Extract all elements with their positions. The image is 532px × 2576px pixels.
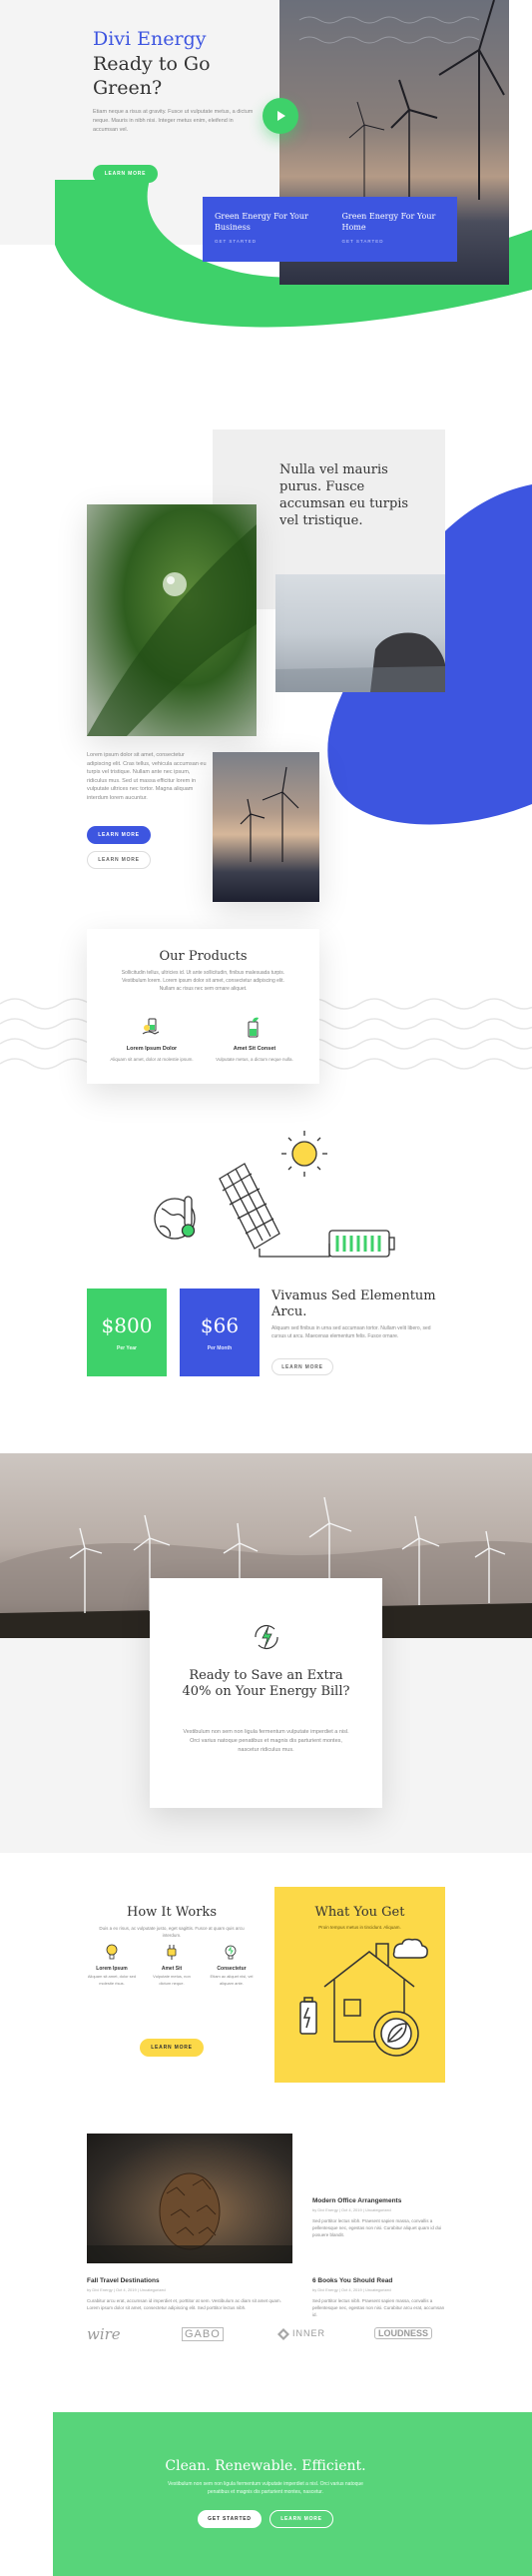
product-item-desc: Vulputate metus, a dictum neque nulla. bbox=[216, 1057, 293, 1062]
savings-body: Vestibulum non sem non ligula fermentum … bbox=[183, 1729, 349, 1753]
home-card-link[interactable]: Get Started bbox=[342, 239, 446, 244]
step-desc: Vulputate metus, non dictum neque. bbox=[153, 1974, 191, 1986]
rock-sea-photo bbox=[275, 574, 445, 692]
step-name: Consectetur bbox=[217, 1966, 247, 1972]
play-icon bbox=[277, 111, 285, 121]
plans-body: Aliquam sed finibus in urna sed accumsan… bbox=[271, 1325, 431, 1339]
logo-gabo: GABO bbox=[182, 2327, 224, 2341]
plant-battery-icon bbox=[242, 1016, 266, 1040]
blog-post-title[interactable]: Modern Office Arrangements bbox=[312, 2197, 452, 2204]
about-body: Lorem ipsum dolor sit amet, consectetur … bbox=[87, 752, 207, 801]
hero-learn-more-button[interactable]: Learn More bbox=[93, 165, 158, 183]
price-card-monthly[interactable]: $66 Per Month bbox=[180, 1288, 260, 1376]
leaf-photo bbox=[87, 504, 257, 736]
footer-cta: Clean. Renewable. Efficient. Vestibulum … bbox=[53, 2412, 532, 2576]
hero-body: Etiam neque a risus at gravity. Fusce ut… bbox=[93, 109, 254, 133]
about-learn-more-button[interactable]: Learn More bbox=[87, 826, 151, 844]
products-card: Our Products Sollicitudin tellus, ultric… bbox=[87, 929, 319, 1084]
savings-section: Ready to Save an Extra 40% on Your Energ… bbox=[0, 1453, 532, 1853]
get-subtitle: Proin tempus metus in tincidunt. Aliquam… bbox=[318, 1925, 401, 1930]
about-quote: Nulla vel mauris purus. Fusce accumsan e… bbox=[279, 462, 409, 528]
savings-heading: Ready to Save an Extra 40% on Your Energ… bbox=[182, 1668, 350, 1699]
savings-card: Ready to Save an Extra 40% on Your Energ… bbox=[150, 1578, 382, 1808]
how-title: How It Works bbox=[127, 1905, 217, 1920]
how-subtitle: Duis a ex risus, ac vulputate justo, ege… bbox=[99, 1926, 245, 1938]
blog-post-excerpt: Sed porttitor lectus nibh. Praesent sapi… bbox=[312, 2218, 442, 2237]
hero-cards: Green Energy For Your Business Get Start… bbox=[203, 197, 457, 262]
step-desc: Etiam ac aliquet nisl, vel aliquam ante. bbox=[210, 1974, 254, 1986]
blog-post-excerpt: Curabitur arcu erat, accumsan id imperdi… bbox=[87, 2298, 281, 2310]
play-button[interactable] bbox=[263, 98, 298, 134]
blog-post-title[interactable]: 6 Books You Should Read bbox=[312, 2277, 452, 2284]
pinecone-photo bbox=[87, 2134, 292, 2263]
blog-post-meta: by Divi Energy | Oct 4, 2019 | Uncategor… bbox=[312, 2207, 391, 2212]
step-desc: Aliquam sit amet, dolor sed molestie ris… bbox=[87, 1974, 137, 1986]
get-card: What You Get Proin tempus metus in tinci… bbox=[274, 1887, 445, 2083]
get-title: What You Get bbox=[314, 1905, 405, 1920]
hero-heading: Ready to Go Green? bbox=[93, 53, 211, 99]
plans-section: $800 Per Year $66 Per Month Vivamus Sed … bbox=[0, 1119, 532, 1418]
footer-body: Vestibulum non sem non ligula fermentum … bbox=[168, 2481, 363, 2495]
battery-hand-icon bbox=[140, 1016, 164, 1040]
price-amount: $66 bbox=[200, 1313, 240, 1337]
home-card[interactable]: Green Energy For Your Home Get Started bbox=[330, 197, 458, 262]
business-card[interactable]: Green Energy For Your Business Get Start… bbox=[203, 197, 330, 262]
blog-post-title[interactable]: Fall Travel Destinations bbox=[87, 2277, 286, 2284]
about-section: Nulla vel mauris purus. Fusce accumsan e… bbox=[0, 420, 532, 909]
logo-inner-icon bbox=[277, 2327, 289, 2345]
blog-post-meta: by Divi Energy | Oct 4, 2019 | Uncategor… bbox=[87, 2287, 166, 2292]
eco-home-illustration bbox=[299, 1938, 428, 2057]
lightbulb-icon bbox=[103, 1943, 121, 1961]
bulb-plug-icon bbox=[222, 1943, 240, 1961]
logo-inner: INNER bbox=[292, 2328, 326, 2338]
footer-heading: Clean. Renewable. Efficient. bbox=[165, 2458, 366, 2474]
hero-section: Divi Energy Ready to Go Green? Etiam neq… bbox=[0, 0, 532, 345]
logo-wire: wire bbox=[87, 2325, 121, 2343]
home-card-title: Green Energy For Your Home bbox=[341, 212, 436, 232]
footer-get-started-button[interactable]: Get Started bbox=[198, 2510, 262, 2528]
step-name: Amet Sit bbox=[161, 1966, 183, 1972]
how-section: How It Works Duis a ex risus, ac vulputa… bbox=[0, 1883, 532, 2088]
products-title: Our Products bbox=[159, 949, 248, 964]
price-label: Per Month bbox=[207, 1345, 233, 1351]
product-item-desc: Aliquam sit amet, dolor at molestie ipsu… bbox=[110, 1057, 194, 1062]
solar-energy-illustration bbox=[154, 1131, 395, 1258]
brand-name: Divi Energy bbox=[93, 28, 207, 50]
business-card-link[interactable]: Get Started bbox=[215, 239, 318, 244]
logo-loudness: LOUDNESS bbox=[374, 2327, 433, 2339]
lightning-recycle-icon bbox=[250, 1620, 283, 1654]
turbine-sunset-photo bbox=[213, 752, 319, 902]
price-label: Per Year bbox=[117, 1345, 137, 1351]
step-name: Lorem Ipsum bbox=[96, 1966, 128, 1972]
products-body: Sollicitudin tellus, ultricies id. Ut an… bbox=[121, 970, 285, 992]
blog-post-meta: by Divi Energy | Oct 4, 2019 | Uncategor… bbox=[312, 2287, 391, 2292]
price-amount: $800 bbox=[101, 1313, 153, 1337]
how-learn-more-button[interactable]: Learn More bbox=[140, 2039, 204, 2057]
logo-bar: wire GABO INNER LOUDNESS bbox=[0, 2319, 532, 2349]
product-item-name: Lorem Ipsum Dolor bbox=[126, 1046, 178, 1052]
plans-heading: Vivamus Sed Elementum Arcu. bbox=[271, 1288, 436, 1319]
about-secondary-button[interactable]: Learn More bbox=[87, 851, 151, 869]
blog-section: Fall Travel Destinations by Divi Energy … bbox=[0, 2128, 532, 2337]
business-card-title: Green Energy For Your Business bbox=[215, 212, 308, 232]
products-section: Our Products Sollicitudin tellus, ultric… bbox=[0, 924, 532, 1094]
product-item-name: Amet Sit Conset bbox=[233, 1046, 276, 1052]
plans-learn-more-button[interactable]: Learn More bbox=[271, 1358, 333, 1375]
footer-learn-more-button[interactable]: Learn More bbox=[269, 2510, 333, 2528]
price-card-yearly[interactable]: $800 Per Year bbox=[87, 1288, 167, 1376]
blog-post-excerpt: Sed porttitor lectus nibh. Praesent sapi… bbox=[312, 2298, 445, 2317]
plug-icon bbox=[163, 1943, 181, 1961]
